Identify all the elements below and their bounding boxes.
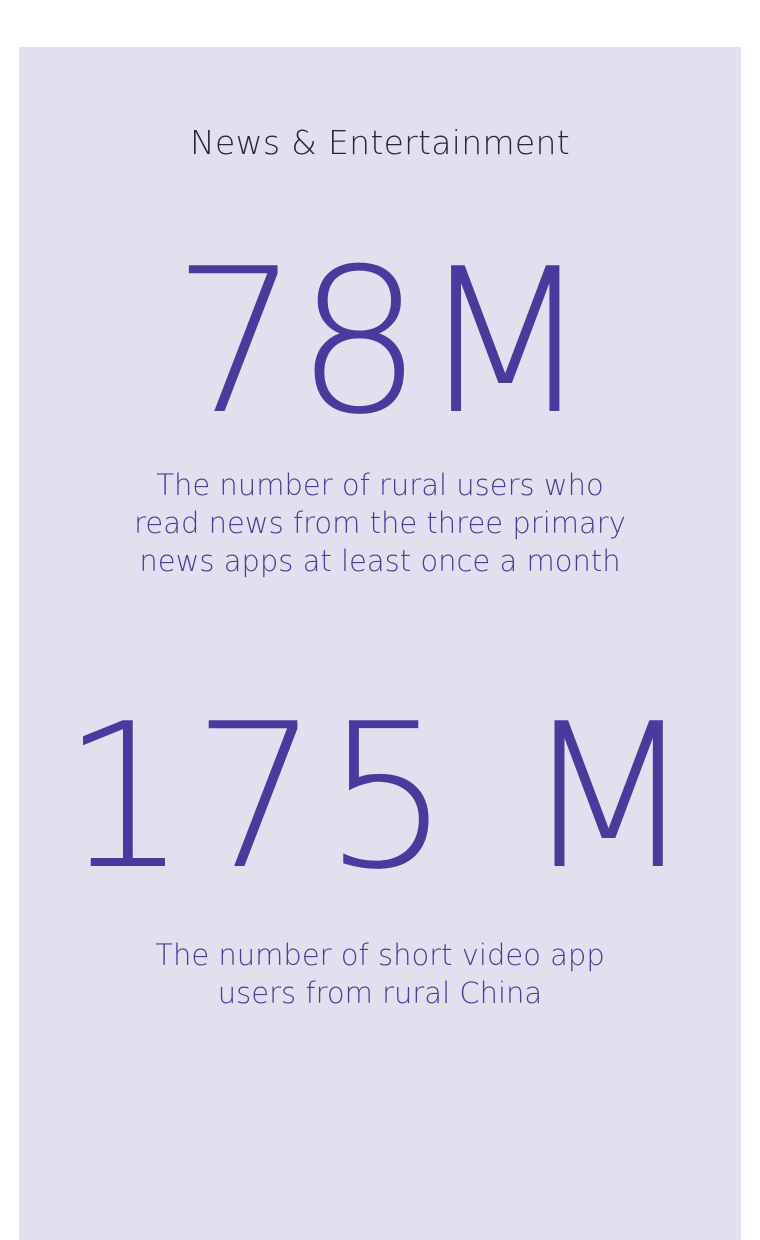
description-line: The number of rural users who bbox=[156, 468, 604, 502]
description-line: users from rural China bbox=[217, 976, 543, 1010]
description-line: read news from the three primary bbox=[134, 506, 626, 540]
card-heading: News & Entertainment bbox=[189, 123, 570, 162]
stat-value-rural-news-users: 78M bbox=[172, 226, 591, 459]
description-line: The number of short video app bbox=[155, 938, 605, 972]
stats-card: News & Entertainment 78M The number of r… bbox=[19, 47, 741, 1240]
stat-description-short-video-users: The number of short video app users from… bbox=[19, 936, 741, 1012]
description-line: news apps at least once a month bbox=[139, 544, 621, 578]
stat-value-short-video-users: 175 M bbox=[61, 681, 699, 914]
stat-description-rural-news-users: The number of rural users who read news … bbox=[19, 466, 741, 580]
